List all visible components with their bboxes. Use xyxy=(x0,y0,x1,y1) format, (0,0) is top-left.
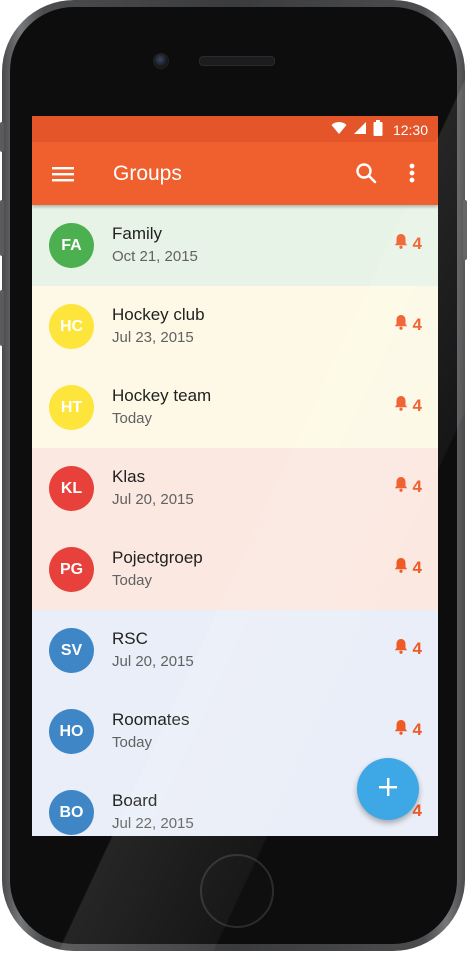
group-name: Hockey club xyxy=(112,305,205,324)
bell-icon xyxy=(394,719,408,740)
battery-icon xyxy=(373,120,383,139)
avatar: PG xyxy=(49,547,94,592)
group-name: Klas xyxy=(112,467,146,486)
volume-down-button xyxy=(0,290,4,346)
group-name: RSC xyxy=(112,629,148,648)
group-date: Oct 21, 2015 xyxy=(112,248,198,265)
home-button[interactable] xyxy=(200,854,274,928)
bell-icon xyxy=(394,233,408,254)
notification-count: 4 xyxy=(412,638,422,658)
notification-badge: 4 xyxy=(394,557,422,578)
earpiece-speaker xyxy=(199,56,275,66)
notification-badge: 4 xyxy=(394,719,422,740)
bell-icon xyxy=(394,557,408,578)
group-name: Pojectgroep xyxy=(112,548,203,567)
bell-icon xyxy=(394,395,408,416)
group-name: Hockey team xyxy=(112,386,212,405)
notification-count: 4 xyxy=(412,314,422,334)
front-camera xyxy=(153,53,169,69)
list-item[interactable]: HC Hockey club Jul 23, 2015 4 xyxy=(32,286,438,367)
list-item[interactable]: KL Klas Jul 20, 2015 4 xyxy=(32,448,438,529)
group-date: Today xyxy=(112,734,153,751)
group-date: Jul 20, 2015 xyxy=(112,653,194,670)
group-name: Family xyxy=(112,224,163,243)
notification-count: 4 xyxy=(412,395,422,415)
group-list: FA Family Oct 21, 2015 4 HC Hockey club Jul 23… xyxy=(32,205,438,836)
avatar: HO xyxy=(49,709,94,754)
bell-icon xyxy=(394,314,408,335)
avatar: HC xyxy=(49,304,94,349)
notification-count: 4 xyxy=(412,557,422,577)
list-item[interactable]: PG Pojectgroep Today 4 xyxy=(32,529,438,610)
add-group-button[interactable] xyxy=(357,758,419,820)
hamburger-icon[interactable] xyxy=(50,161,76,187)
group-name: Roomates xyxy=(112,710,190,729)
phone-frame: 12:30 Groups FA Family Oct 21, 2015 4 HC Hock… xyxy=(0,0,467,951)
bell-icon xyxy=(394,638,408,659)
volume-up-button xyxy=(0,200,4,256)
more-vert-icon[interactable] xyxy=(402,160,422,186)
avatar: BO xyxy=(49,790,94,835)
bell-icon xyxy=(394,476,408,497)
wifi-icon xyxy=(331,121,347,138)
group-date: Today xyxy=(112,572,153,589)
notification-badge: 4 xyxy=(394,314,422,335)
notification-count: 4 xyxy=(412,233,422,253)
notification-badge: 4 xyxy=(394,233,422,254)
app-screen: 12:30 Groups FA Family Oct 21, 2015 4 HC Hock… xyxy=(32,116,438,836)
notification-count: 4 xyxy=(412,719,422,739)
status-time: 12:30 xyxy=(392,121,428,138)
group-date: Today xyxy=(112,410,153,427)
list-item[interactable]: FA Family Oct 21, 2015 4 xyxy=(32,205,438,286)
notification-badge: 4 xyxy=(394,638,422,659)
avatar: FA xyxy=(49,223,94,268)
plus-icon xyxy=(377,776,399,803)
search-icon[interactable] xyxy=(353,160,379,186)
group-name: Board xyxy=(112,791,158,810)
avatar: KL xyxy=(49,466,94,511)
list-item[interactable]: SV RSC Jul 20, 2015 4 xyxy=(32,610,438,691)
app-bar: Groups xyxy=(32,142,438,205)
avatar: SV xyxy=(49,628,94,673)
mute-switch xyxy=(0,122,4,152)
notification-count: 4 xyxy=(412,476,422,496)
list-item[interactable]: HT Hockey team Today 4 xyxy=(32,367,438,448)
power-button xyxy=(463,200,467,260)
signal-icon xyxy=(353,121,367,138)
avatar: HT xyxy=(49,385,94,430)
status-bar: 12:30 xyxy=(32,116,438,142)
group-date: Jul 23, 2015 xyxy=(112,329,194,346)
notification-badge: 4 xyxy=(394,476,422,497)
group-date: Jul 20, 2015 xyxy=(112,491,194,508)
page-title: Groups xyxy=(113,162,182,185)
group-date: Jul 22, 2015 xyxy=(112,815,194,832)
notification-badge: 4 xyxy=(394,395,422,416)
